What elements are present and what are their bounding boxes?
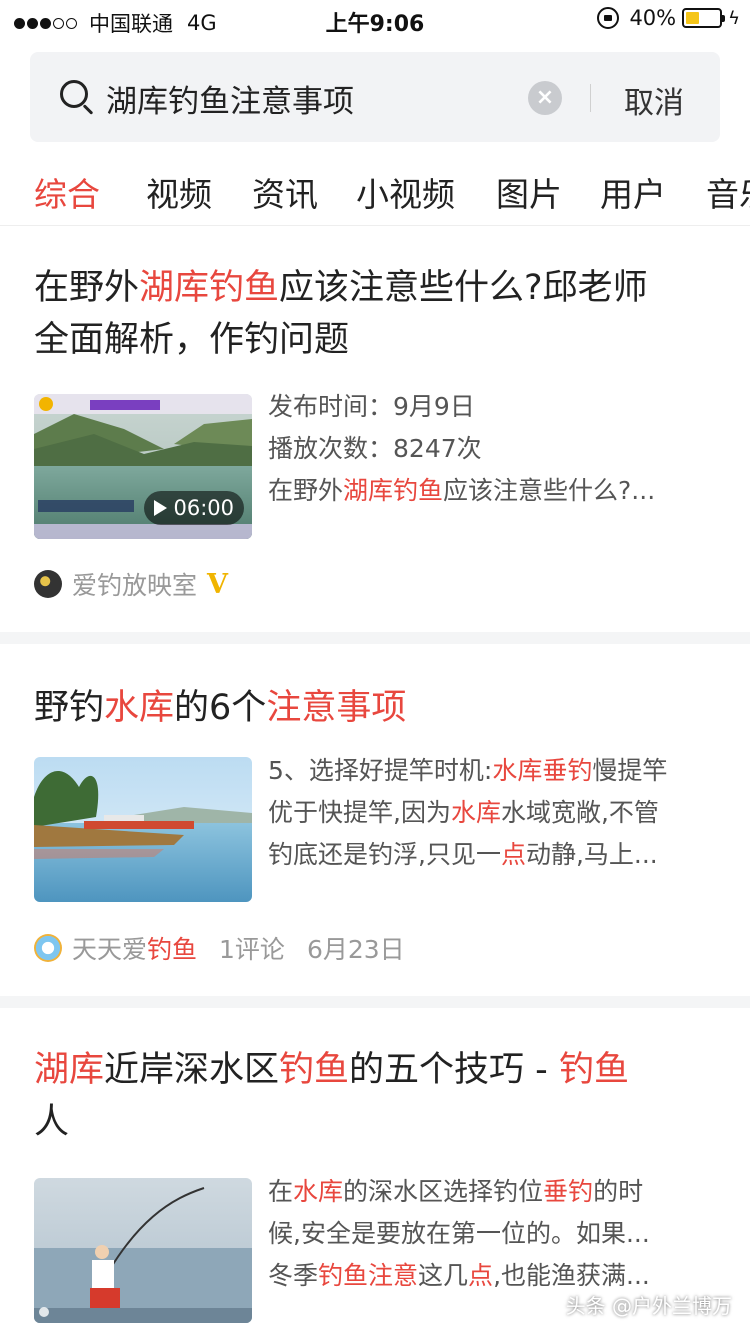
result-title[interactable]: 野钓水库的6个注意事项 <box>34 682 714 734</box>
verified-icon: V <box>207 568 228 600</box>
battery-percent: 40% <box>629 6 677 30</box>
result-source[interactable]: 天天爱 钓鱼 1评论 6月23日 <box>34 930 405 966</box>
tab-all[interactable]: 综合 <box>34 168 100 216</box>
search-divider <box>590 84 591 112</box>
search-bar[interactable]: 湖库钓鱼注意事项 × 取消 <box>30 52 720 142</box>
category-tabs: 综合 视频 资讯 小视频 图片 用户 音乐 <box>0 160 750 226</box>
tab-video[interactable]: 视频 <box>146 168 212 216</box>
source-avatar <box>34 934 62 962</box>
result-separator <box>0 632 750 644</box>
video-thumbnail[interactable]: 06:00 <box>34 394 252 539</box>
battery-icon <box>682 8 726 28</box>
result-meta: 发布时间：9月9日 播放次数：8247次 在野外湖库钓鱼应该注意些什么?... <box>268 392 656 505</box>
charging-icon: ϟ <box>728 7 740 29</box>
tab-music[interactable]: 音乐 <box>706 168 750 216</box>
result-snippet: 在水库的深水区选择钓位垂钓的时 候,安全是要放在第一位的。如果... 冬季钓鱼注… <box>268 1177 650 1290</box>
tab-images[interactable]: 图片 <box>496 168 562 216</box>
article-thumbnail[interactable] <box>34 757 252 902</box>
cancel-button[interactable]: 取消 <box>624 78 684 122</box>
result-source[interactable]: 爱钓放映室 V <box>34 566 228 602</box>
article-thumbnail[interactable] <box>34 1178 252 1323</box>
status-bar: 中国联通 4G 上午9:06 40% ϟ <box>0 0 750 40</box>
play-icon <box>154 500 168 516</box>
source-avatar <box>34 570 62 598</box>
tab-news[interactable]: 资讯 <box>252 168 318 216</box>
tab-short-video[interactable]: 小视频 <box>356 168 455 216</box>
comment-count: 1评论 <box>219 935 285 964</box>
video-duration: 06:00 <box>144 491 244 525</box>
watermark: 头条 @户外兰博万 <box>565 1294 732 1318</box>
publish-date: 6月23日 <box>306 935 405 964</box>
result-snippet: 5、选择好提竿时机:水库垂钓慢提竿 优于快提竿,因为水库水域宽敞,不管 钓底还是… <box>268 756 668 869</box>
tab-users[interactable]: 用户 <box>600 168 666 216</box>
search-icon <box>60 80 88 108</box>
result-separator <box>0 996 750 1008</box>
result-title[interactable]: 湖库近岸深水区钓鱼的五个技巧 - 钓鱼 人 <box>34 1044 714 1148</box>
clear-search-icon[interactable]: × <box>528 81 562 115</box>
result-title[interactable]: 在野外湖库钓鱼应该注意些什么?邱老师 全面解析，作钓问题 <box>34 262 714 366</box>
orientation-lock-icon <box>597 7 620 29</box>
search-input[interactable]: 湖库钓鱼注意事项 <box>106 76 354 121</box>
